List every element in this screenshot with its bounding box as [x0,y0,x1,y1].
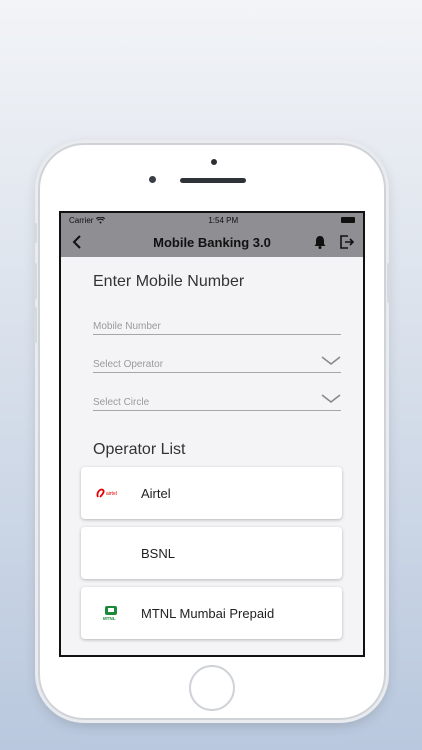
operator-item-bsnl[interactable]: BSNL [81,527,342,579]
operator-name: BSNL [141,545,175,561]
volume-up-button [34,263,37,299]
operator-select[interactable]: Select Operator [93,349,341,373]
status-bar: Carrier 1:54 PM [61,213,363,227]
operator-list-title: Operator List [93,441,186,458]
chevron-down-icon[interactable] [321,356,341,366]
status-time: 1:54 PM [208,215,239,225]
operator-item-mtnl[interactable]: MTNL MTNL Mumbai Prepaid [81,587,342,639]
home-button[interactable] [189,665,235,711]
mtnl-logo-text: MTNL [103,616,116,621]
front-camera [211,159,217,165]
circle-placeholder: Select Circle [93,397,150,408]
app-screen: Carrier 1:54 PM Mobile Banking 3.0 Enter… [59,211,365,657]
camera-dot [149,176,156,183]
chevron-down-icon[interactable] [321,394,341,404]
airtel-logo-icon: airtel [95,483,127,503]
bsnl-logo-placeholder [95,543,127,563]
logout-icon[interactable] [340,235,355,249]
mtnl-logo-icon: MTNL [95,603,127,623]
operator-placeholder: Select Operator [93,359,164,370]
operator-item-airtel[interactable]: airtel Airtel [81,467,342,519]
operator-list: airtel Airtel BSNL MTNL MTNL Mumbai Prep… [81,467,342,639]
silent-switch [34,223,37,243]
wifi-icon [96,216,106,224]
volume-down-button [34,307,37,343]
nav-bar: Mobile Banking 3.0 [61,227,363,257]
airtel-logo-text: airtel [106,491,117,497]
main-content: Enter Mobile Number Mobile Number Select… [61,257,363,639]
carrier-label: Carrier [69,215,94,225]
operator-name: Airtel [141,485,171,501]
phone-frame: Carrier 1:54 PM Mobile Banking 3.0 Enter… [34,143,390,720]
mobile-number-field[interactable]: Mobile Number [93,311,341,335]
mobile-number-placeholder: Mobile Number [93,321,161,332]
chevron-left-icon[interactable] [69,235,85,249]
circle-select[interactable]: Select Circle [93,387,341,411]
operator-name: MTNL Mumbai Prepaid [141,605,275,621]
bell-icon[interactable] [314,235,326,249]
form-title: Enter Mobile Number [93,273,245,290]
power-button [387,263,390,303]
earpiece-speaker [180,178,246,183]
battery-icon [341,217,355,223]
